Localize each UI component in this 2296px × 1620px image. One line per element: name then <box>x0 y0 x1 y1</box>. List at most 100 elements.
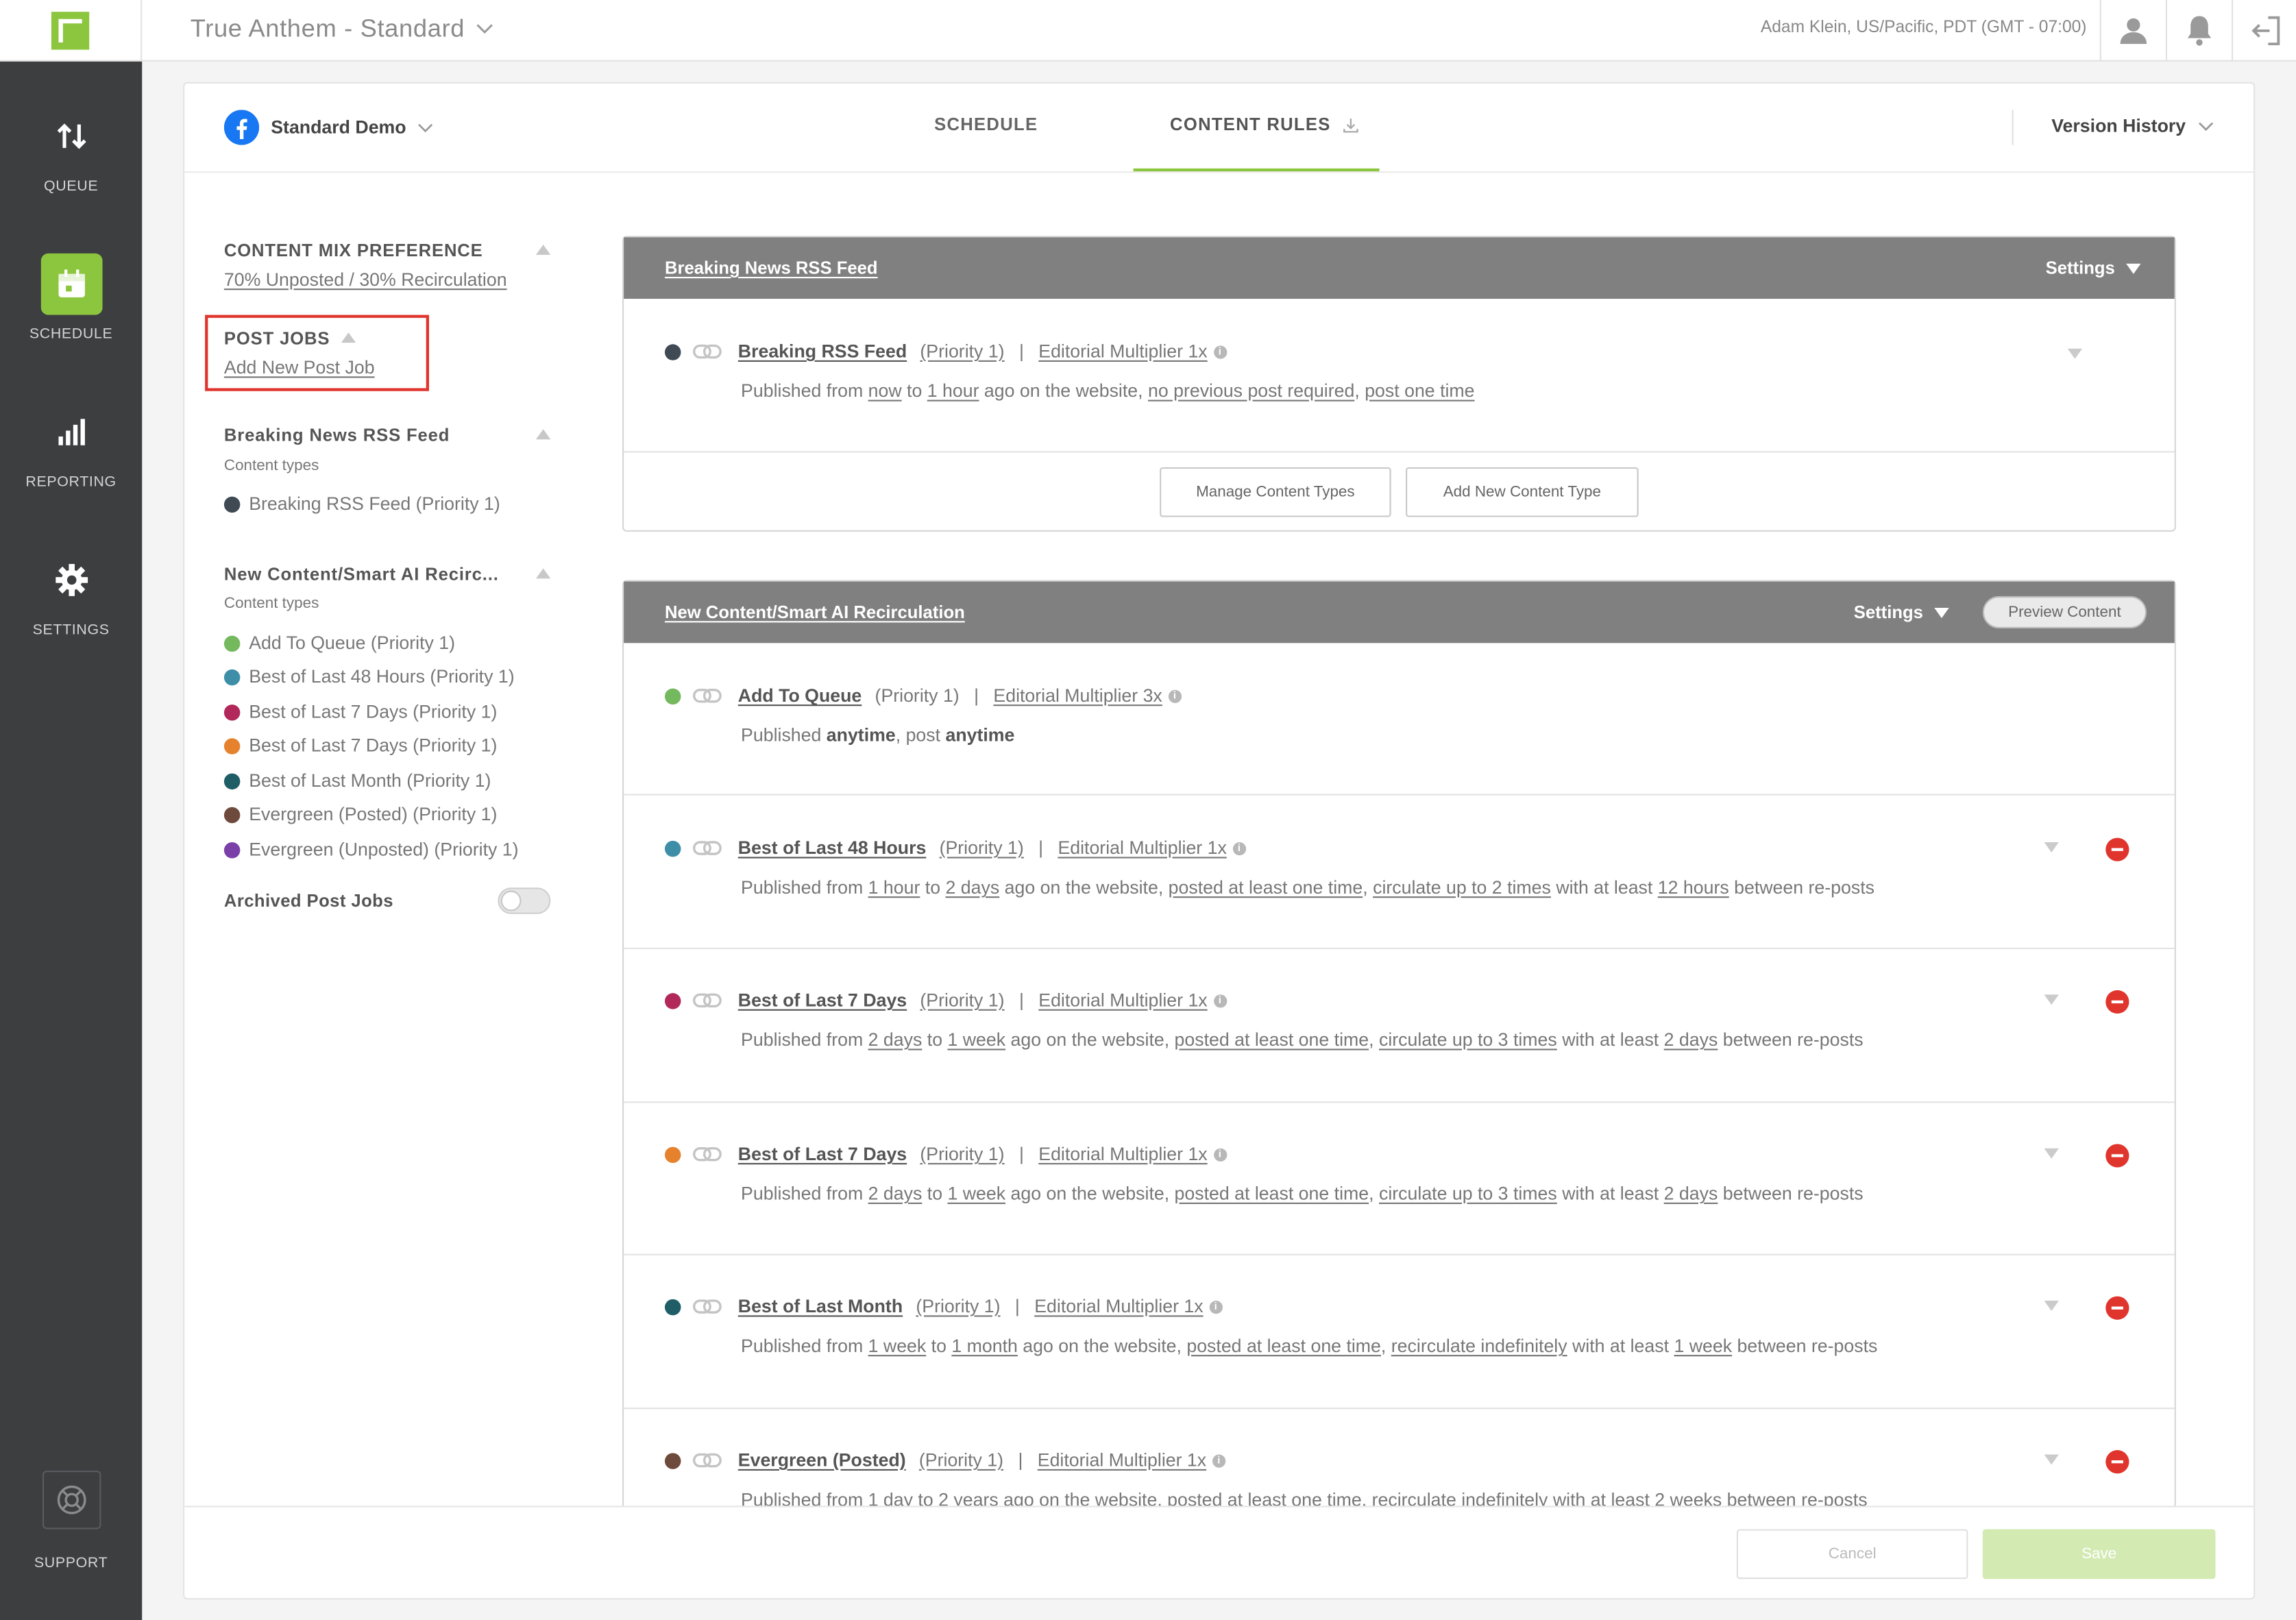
to-value[interactable]: 1 month <box>951 1336 1018 1356</box>
profile-button[interactable] <box>2099 0 2164 62</box>
post-count-value[interactable]: post one time <box>1365 381 1474 402</box>
account-selector[interactable]: Standard Demo <box>223 110 434 145</box>
remove-rule-button[interactable] <box>2105 1450 2129 1474</box>
rule-name-link[interactable]: Best of Last Month <box>738 1297 903 1317</box>
circulation-value[interactable]: recirculate indefinitely <box>1391 1336 1567 1356</box>
support-icon-wrap <box>41 1470 101 1530</box>
collapse-content-mix-icon[interactable] <box>535 244 551 255</box>
editorial-multiplier[interactable]: Editorial Multiplier 1x <box>1038 341 1207 362</box>
nav-support[interactable]: SUPPORT <box>0 1470 142 1571</box>
posted-condition[interactable]: posted at least one time <box>1186 1336 1381 1356</box>
from-value[interactable]: 2 days <box>868 1183 923 1204</box>
collapse-group-breaking-icon[interactable] <box>535 429 551 440</box>
editorial-multiplier[interactable]: Editorial Multiplier 1x <box>1038 990 1207 1011</box>
version-history-dropdown[interactable]: Version History <box>2051 116 2214 136</box>
repost-gap-value[interactable]: 2 days <box>1664 1030 1718 1051</box>
rule-name-link[interactable]: Best of Last 7 Days <box>738 990 907 1011</box>
notifications-button[interactable] <box>2165 0 2230 62</box>
rule-expand-caret[interactable] <box>2067 348 2083 359</box>
info-icon[interactable]: i <box>1213 1147 1227 1161</box>
circulation-value[interactable]: circulate up to 3 times <box>1379 1183 1557 1204</box>
add-new-content-type-button[interactable]: Add New Content Type <box>1406 467 1639 517</box>
editorial-multiplier[interactable]: Editorial Multiplier 1x <box>1034 1297 1203 1317</box>
editorial-multiplier[interactable]: Editorial Multiplier 1x <box>1038 1144 1207 1164</box>
to-value[interactable]: 1 week <box>947 1030 1005 1051</box>
info-icon[interactable]: i <box>1168 689 1182 702</box>
nav-queue[interactable]: QUEUE <box>0 106 142 195</box>
manage-content-types-button[interactable]: Manage Content Types <box>1160 467 1391 517</box>
rule-priority[interactable]: (Priority 1) <box>920 990 1004 1011</box>
posted-condition[interactable]: posted at least one time <box>1175 1030 1369 1051</box>
rule-name-link[interactable]: Best of Last 48 Hours <box>738 838 927 859</box>
previous-post-value[interactable]: no previous post required <box>1148 381 1354 402</box>
to-value[interactable]: 1 hour <box>927 381 979 402</box>
to-value[interactable]: 2 days <box>945 877 999 898</box>
content-mix-link[interactable]: 70% Unposted / 30% Recirculation <box>224 269 507 290</box>
info-icon[interactable]: i <box>1232 841 1246 855</box>
save-button[interactable]: Save <box>1982 1529 2216 1580</box>
rule-priority[interactable]: (Priority 1) <box>920 341 1004 362</box>
content-type-item[interactable]: Evergreen (Posted) (Priority 1) <box>223 804 497 824</box>
color-dot <box>664 1298 681 1315</box>
cancel-button[interactable]: Cancel <box>1736 1529 1968 1580</box>
preview-content-button[interactable]: Preview Content <box>1982 596 2147 628</box>
rule-name-link[interactable]: Evergreen (Posted) <box>738 1450 906 1471</box>
rule-name-link[interactable]: Add To Queue <box>738 685 862 706</box>
content-type-item[interactable]: Best of Last 7 Days (Priority 1) <box>223 735 497 756</box>
nav-settings[interactable]: SETTINGS <box>0 550 142 639</box>
logo[interactable] <box>0 0 143 62</box>
circulation-value[interactable]: circulate up to 3 times <box>1379 1030 1557 1051</box>
info-icon[interactable]: i <box>1209 1299 1223 1314</box>
info-icon[interactable]: i <box>1213 994 1227 1007</box>
editorial-multiplier[interactable]: Editorial Multiplier 1x <box>1058 838 1226 859</box>
rule-expand-caret[interactable] <box>2044 1454 2059 1465</box>
rule-expand-caret[interactable] <box>2044 994 2059 1005</box>
account-switcher[interactable]: True Anthem - Standard <box>191 14 494 44</box>
info-icon[interactable]: i <box>1212 1453 1225 1467</box>
repost-gap-value[interactable]: 1 week <box>1674 1336 1732 1356</box>
group-title-link[interactable]: Breaking News RSS Feed <box>665 258 878 278</box>
posted-condition[interactable]: posted at least one time <box>1175 1183 1369 1204</box>
content-type-item[interactable]: Breaking RSS Feed (Priority 1) <box>223 493 500 514</box>
from-value[interactable]: 2 days <box>868 1030 923 1051</box>
content-type-item[interactable]: Best of Last 7 Days (Priority 1) <box>223 702 497 722</box>
info-icon[interactable]: i <box>1213 345 1227 358</box>
nav-schedule[interactable]: SCHEDULE <box>0 253 142 343</box>
tab-content-rules[interactable]: CONTENT RULES <box>1170 114 1358 135</box>
group-title-link[interactable]: New Content/Smart AI Recirculation <box>665 602 965 622</box>
content-type-item[interactable]: Best of Last Month (Priority 1) <box>223 770 491 791</box>
rule-priority[interactable]: (Priority 1) <box>919 1450 1003 1471</box>
rule-expand-caret[interactable] <box>2044 842 2059 852</box>
from-value[interactable]: now <box>868 381 902 402</box>
collapse-group-smart-icon[interactable] <box>535 568 551 579</box>
group-settings-button[interactable]: Settings <box>2046 258 2142 278</box>
content-type-item[interactable]: Evergreen (Unposted) (Priority 1) <box>223 839 519 860</box>
from-value[interactable]: 1 hour <box>868 877 920 898</box>
content-type-item[interactable]: Add To Queue (Priority 1) <box>223 633 455 653</box>
rule-priority[interactable]: (Priority 1) <box>940 838 1024 859</box>
group-settings-button[interactable]: Settings <box>1854 602 1950 622</box>
remove-rule-button[interactable] <box>2105 1296 2129 1320</box>
editorial-multiplier[interactable]: Editorial Multiplier 3x <box>993 685 1162 706</box>
rule-priority[interactable]: (Priority 1) <box>916 1297 1000 1317</box>
editorial-multiplier[interactable]: Editorial Multiplier 1x <box>1038 1450 1206 1471</box>
remove-rule-button[interactable] <box>2105 837 2129 861</box>
rule-name-link[interactable]: Breaking RSS Feed <box>738 341 907 362</box>
from-value[interactable]: 1 week <box>868 1336 927 1356</box>
remove-rule-button[interactable] <box>2105 990 2129 1014</box>
remove-rule-button[interactable] <box>2105 1144 2129 1168</box>
posted-condition[interactable]: posted at least one time <box>1169 877 1363 898</box>
content-type-item[interactable]: Best of Last 48 Hours (Priority 1) <box>223 667 515 687</box>
nav-reporting[interactable]: REPORTING <box>0 402 142 491</box>
rule-priority[interactable]: (Priority 1) <box>920 1144 1004 1164</box>
rule-name-link[interactable]: Best of Last 7 Days <box>738 1144 907 1164</box>
to-value[interactable]: 1 week <box>947 1183 1005 1204</box>
tab-schedule[interactable]: SCHEDULE <box>934 114 1038 135</box>
rule-expand-caret[interactable] <box>2044 1148 2059 1159</box>
logout-button[interactable] <box>2231 0 2296 62</box>
repost-gap-value[interactable]: 12 hours <box>1658 877 1729 898</box>
archived-post-jobs-toggle[interactable] <box>498 887 551 914</box>
rule-expand-caret[interactable] <box>2044 1301 2059 1311</box>
repost-gap-value[interactable]: 2 days <box>1664 1183 1718 1204</box>
circulation-value[interactable]: circulate up to 2 times <box>1373 877 1551 898</box>
